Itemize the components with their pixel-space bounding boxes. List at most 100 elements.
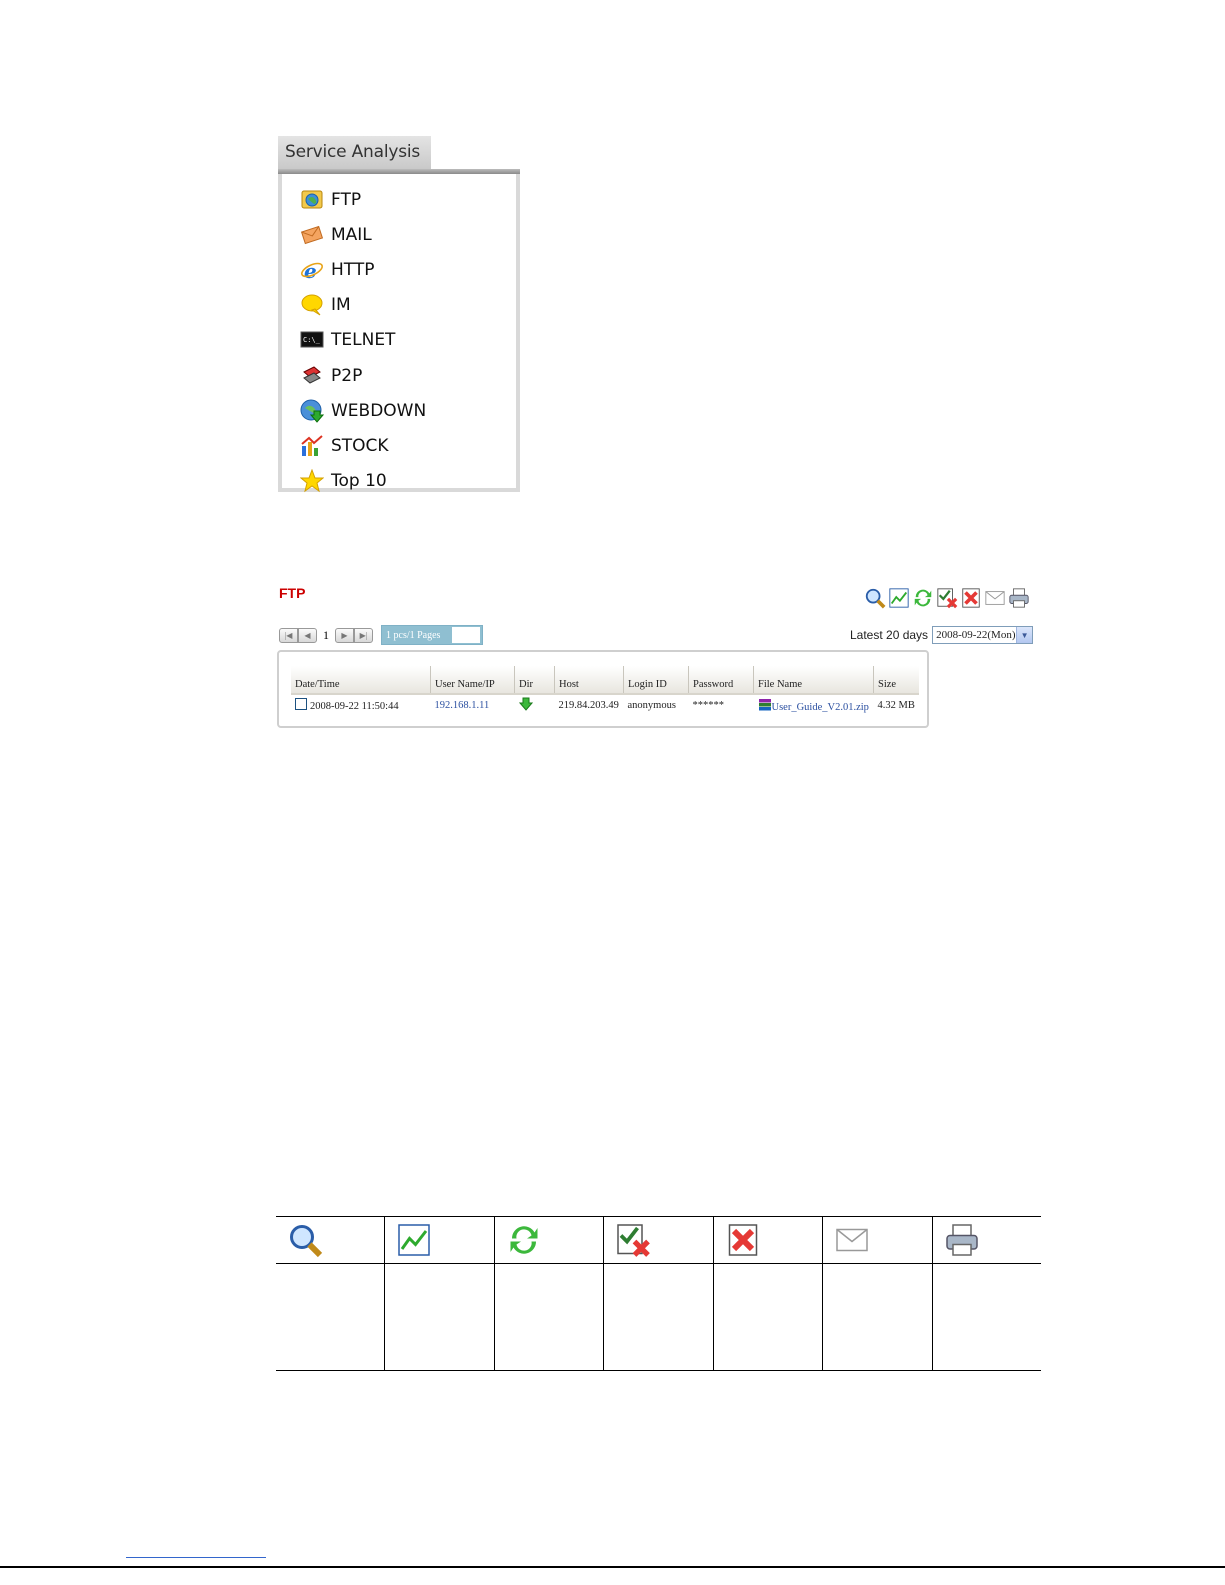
service-analysis-title: Service Analysis (278, 136, 431, 169)
menu-item-top10[interactable]: Top 10 (300, 464, 516, 499)
chart-icon (398, 1224, 431, 1256)
first-page-button[interactable]: |◀ (279, 627, 298, 643)
menu-item-p2p[interactable]: P2P (300, 358, 516, 393)
user-ip-link[interactable]: 192.168.1.11 (435, 700, 490, 711)
legend-description (384, 1263, 495, 1371)
im-icon (301, 294, 323, 316)
cell-datetime: 2008-09-22 11:50:44 (291, 694, 431, 715)
footnote-divider (126, 1557, 266, 1558)
menu-item-label: FTP (331, 189, 362, 210)
menu-item-label: STOCK (331, 435, 389, 456)
print-icon (945, 1224, 978, 1256)
column-header-filename[interactable]: File Name (753, 666, 874, 695)
menu-item-label: TELNET (331, 330, 396, 351)
telnet-icon: C:\_ (300, 331, 324, 348)
ftp-icon (301, 190, 323, 209)
menu-item-label: IM (331, 295, 351, 316)
chevron-down-icon[interactable]: ▼ (1016, 627, 1033, 643)
print-icon[interactable] (1008, 587, 1030, 609)
mail-icon[interactable] (984, 587, 1006, 609)
cell-size: 4.32 MB (877, 699, 915, 711)
page-jump-input[interactable] (452, 627, 480, 643)
menu-item-label: WEBDOWN (331, 400, 427, 421)
menu-item-telnet[interactable]: C:\_ TELNET (300, 323, 516, 358)
prev-page-button[interactable]: ◀ (298, 627, 317, 643)
legend-description (931, 1263, 1041, 1371)
delete-all-icon[interactable] (960, 587, 982, 609)
legend-description (493, 1263, 604, 1371)
pager: |◀ ◀ 1 ▶ ▶| 1 pcs/1 Pages (279, 625, 483, 645)
date-select[interactable]: 2008-09-22(Mon) ▼ (932, 626, 1034, 644)
refresh-icon (510, 1226, 538, 1254)
menu-item-stock[interactable]: STOCK (300, 428, 516, 463)
date-filter: Latest 20 days 2008-09-22(Mon) ▼ (850, 626, 1034, 644)
current-page-number: 1 (323, 627, 329, 642)
webdown-icon (300, 399, 324, 423)
datetime-text: 2008-09-22 11:50:44 (310, 701, 399, 712)
cell-login: anonymous (627, 699, 676, 711)
mail-icon (836, 1228, 868, 1252)
zip-file-icon (758, 698, 771, 710)
page-info-text: 1 pcs/1 Pages (386, 629, 441, 641)
next-page-button[interactable]: ▶ (335, 627, 354, 643)
cell-filename: User_Guide_V2.01.zip (754, 694, 874, 715)
refresh-icon[interactable] (912, 587, 934, 609)
svg-text:C:\_: C:\_ (303, 336, 321, 344)
latest-days-label: Latest 20 days (850, 628, 929, 642)
cell-dir (515, 694, 555, 715)
http-icon: e (301, 259, 323, 282)
ftp-page-title: FTP (279, 585, 306, 601)
search-icon[interactable] (864, 587, 886, 609)
legend-description (712, 1263, 823, 1371)
row-checkbox[interactable] (295, 698, 307, 710)
ftp-toolbar (864, 587, 1030, 609)
cell-host: 219.84.203.49 (558, 699, 619, 711)
svg-text:e: e (304, 259, 317, 282)
menu-item-label: P2P (331, 365, 363, 386)
service-analysis-panel: Service Analysis FTP MAIL e HTTP IM C:\_… (278, 136, 520, 493)
legend-description (603, 1263, 714, 1371)
p2p-icon (303, 365, 321, 384)
menu-item-im[interactable]: IM (300, 288, 516, 323)
stock-icon (301, 435, 323, 456)
legend-description (822, 1263, 933, 1371)
column-header-host[interactable]: Host (554, 666, 624, 695)
column-header-datetime[interactable]: Date/Time (291, 666, 431, 695)
star-icon (300, 469, 324, 493)
legend-cell (603, 1216, 714, 1264)
page-info: 1 pcs/1 Pages (381, 625, 483, 645)
service-menu: FTP MAIL e HTTP IM C:\_ TELNET P2P WEBDO… (278, 174, 520, 493)
legend-cell (384, 1216, 495, 1264)
legend-cell (276, 1216, 385, 1264)
search-icon (290, 1225, 323, 1258)
column-header-login[interactable]: Login ID (623, 666, 689, 695)
date-select-value: 2008-09-22(Mon) (936, 629, 1016, 641)
last-page-button[interactable]: ▶| (354, 627, 373, 643)
table-row: 2008-09-22 11:50:44 192.168.1.11 219.84.… (291, 694, 919, 715)
ftp-table-container: Date/Time User Name/IP Dir Host Login ID… (277, 650, 929, 728)
chart-icon[interactable] (888, 587, 910, 609)
cell-user: 192.168.1.11 (431, 694, 515, 715)
menu-item-label: HTTP (331, 259, 375, 280)
legend-cell (931, 1216, 1041, 1264)
menu-item-http[interactable]: e HTTP (300, 252, 516, 287)
mail-icon (300, 225, 324, 244)
delete-all-icon (728, 1224, 757, 1256)
column-header-dir[interactable]: Dir (514, 666, 555, 695)
legend-cell (493, 1216, 604, 1264)
file-name-link[interactable]: User_Guide_V2.01.zip (772, 702, 869, 713)
icon-legend-table (276, 1216, 1041, 1371)
column-header-size[interactable]: Size (873, 666, 919, 695)
cell-password: ****** (692, 699, 725, 711)
column-header-password[interactable]: Password (688, 666, 754, 695)
legend-cell (712, 1216, 823, 1264)
delete-selected-icon[interactable] (936, 587, 958, 609)
menu-item-mail[interactable]: MAIL (300, 217, 516, 252)
menu-item-label: Top 10 (331, 471, 387, 492)
menu-item-webdown[interactable]: WEBDOWN (300, 393, 516, 428)
column-header-user[interactable]: User Name/IP (430, 666, 515, 695)
delete-selected-icon (617, 1224, 651, 1257)
legend-description (276, 1263, 385, 1371)
menu-item-ftp[interactable]: FTP (300, 182, 516, 217)
page-bottom-rule (0, 1566, 1225, 1568)
